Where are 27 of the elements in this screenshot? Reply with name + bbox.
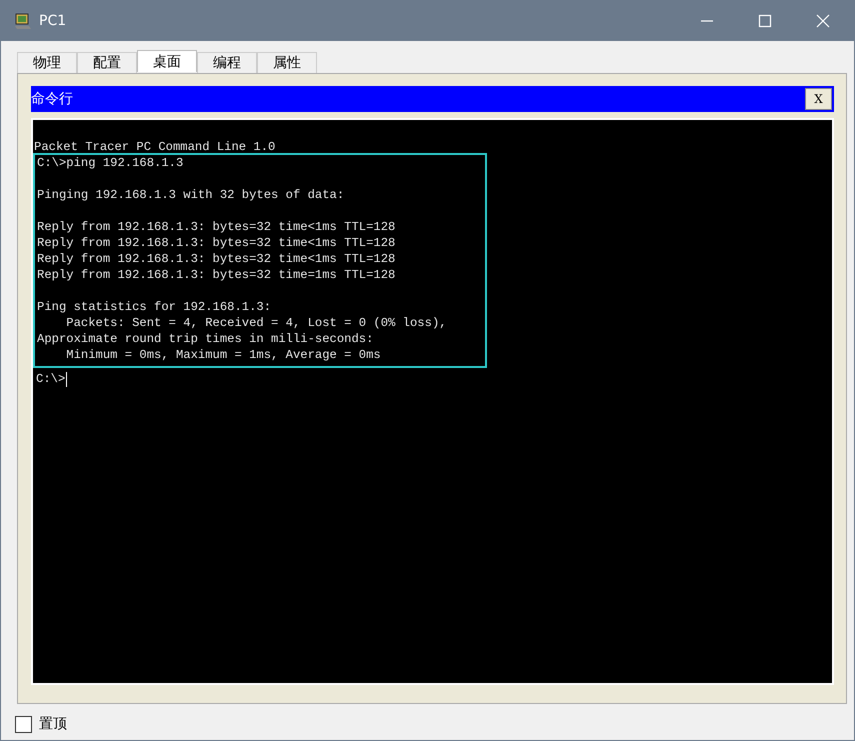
terminal-line: Ping statistics for 192.168.1.3:	[37, 299, 272, 315]
terminal-line: Packet Tracer PC Command Line 1.0	[34, 139, 276, 155]
close-button[interactable]: X	[805, 88, 832, 110]
terminal-prompt: C:\>	[36, 371, 66, 387]
checkbox[interactable]	[15, 716, 32, 732]
tab[interactable]: 属性	[257, 52, 317, 73]
terminal-line: Reply from 192.168.1.3: bytes=32 time=1ms TTL=128	[37, 267, 396, 283]
terminal-line: Reply from 192.168.1.3: bytes=32 time<1ms TTL=128	[37, 219, 396, 235]
terminal-line: Reply from 192.168.1.3: bytes=32 time<1ms TTL=128	[37, 235, 396, 251]
terminal-line: Packets: Sent = 4, Received = 4, Lost = 0 (0% loss),	[65, 315, 448, 331]
maximize-icon[interactable]	[758, 14, 772, 28]
tab[interactable]: 物理	[17, 52, 77, 73]
text-cursor	[66, 372, 68, 386]
tab[interactable]: 配置	[77, 52, 137, 73]
terminal-line: Reply from 192.168.1.3: bytes=32 time<1ms TTL=128	[37, 251, 396, 267]
tab[interactable]: 编程	[197, 52, 257, 73]
close-icon[interactable]	[816, 14, 830, 28]
terminal-line: Pinging 192.168.1.3 with 32 bytes of data:	[37, 187, 346, 203]
terminal-line: C:\>ping 192.168.1.3	[37, 155, 184, 171]
checkbox-label: 置顶	[39, 715, 67, 733]
terminal[interactable]	[31, 118, 834, 685]
terminal-line: Minimum = 0ms, Maximum = 1ms, Average = 0ms	[65, 347, 382, 363]
terminal-line: Approximate round trip times in milli-seconds:	[37, 331, 374, 347]
tab[interactable]: 桌面	[137, 50, 197, 72]
computer-icon	[13, 11, 33, 31]
window-title: PC1	[39, 13, 66, 29]
panel-title: 命令行	[31, 90, 73, 108]
